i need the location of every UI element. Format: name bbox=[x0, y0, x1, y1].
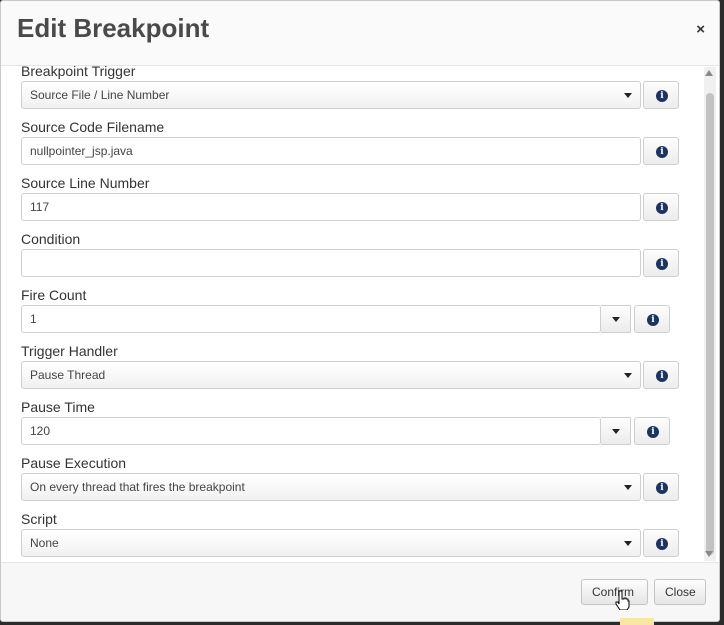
trigger-handler-select[interactable]: Pause Thread bbox=[21, 361, 641, 389]
tooltip bbox=[620, 618, 654, 625]
source-line-number-info-button[interactable]: i bbox=[643, 193, 679, 221]
source-line-number-input[interactable]: 117 bbox=[21, 193, 641, 221]
script-label: Script bbox=[21, 511, 57, 527]
pause-time-info-button[interactable]: i bbox=[634, 417, 670, 445]
condition-input[interactable] bbox=[21, 249, 641, 277]
edit-breakpoint-dialog: Edit Breakpoint × Breakpoint Trigger Sou… bbox=[0, 0, 720, 622]
chevron-down-icon bbox=[624, 541, 632, 546]
breakpoint-trigger-info-button[interactable]: i bbox=[643, 81, 679, 109]
trigger-handler-label: Trigger Handler bbox=[21, 343, 118, 359]
info-icon: i bbox=[656, 482, 668, 494]
chevron-down-icon bbox=[612, 429, 620, 434]
dialog-footer: Confirm Close bbox=[1, 562, 719, 621]
fire-count-label: Fire Count bbox=[21, 287, 87, 303]
dialog-header: Edit Breakpoint × bbox=[1, 1, 719, 66]
pause-execution-value: On every thread that fires the breakpoin… bbox=[30, 480, 245, 494]
source-code-filename-input[interactable]: nullpointer_jsp.java bbox=[21, 137, 641, 165]
script-select[interactable]: None bbox=[21, 529, 641, 557]
info-icon: i bbox=[656, 258, 668, 270]
hand-cursor-icon bbox=[615, 590, 630, 610]
pause-execution-select[interactable]: On every thread that fires the breakpoin… bbox=[21, 473, 641, 501]
dialog-title: Edit Breakpoint bbox=[17, 13, 210, 43]
close-button[interactable]: Close bbox=[654, 579, 706, 605]
condition-label: Condition bbox=[21, 231, 81, 247]
info-icon: i bbox=[656, 202, 668, 214]
chevron-down-icon bbox=[624, 93, 632, 98]
info-icon: i bbox=[647, 426, 659, 438]
fire-count-dropdown-button[interactable] bbox=[601, 305, 631, 333]
scroll-down-arrow-icon[interactable] bbox=[705, 551, 713, 557]
breakpoint-trigger-select[interactable]: Source File / Line Number bbox=[21, 81, 641, 109]
pause-execution-info-button[interactable]: i bbox=[643, 473, 679, 501]
fire-count-input[interactable]: 1 bbox=[21, 305, 601, 333]
source-code-filename-info-button[interactable]: i bbox=[643, 137, 679, 165]
script-info-button[interactable]: i bbox=[643, 529, 679, 557]
info-icon: i bbox=[656, 146, 668, 158]
fire-count-info-button[interactable]: i bbox=[634, 305, 670, 333]
pause-time-input[interactable]: 120 bbox=[21, 417, 601, 445]
chevron-down-icon bbox=[624, 373, 632, 378]
pause-time-dropdown-button[interactable] bbox=[601, 417, 631, 445]
breakpoint-trigger-value: Source File / Line Number bbox=[30, 88, 170, 102]
dialog-body: Breakpoint Trigger Source File / Line Nu… bbox=[1, 65, 707, 561]
breakpoint-trigger-label: Breakpoint Trigger bbox=[21, 65, 136, 79]
source-code-filename-label: Source Code Filename bbox=[21, 119, 165, 135]
source-line-number-label: Source Line Number bbox=[21, 175, 150, 191]
trigger-handler-info-button[interactable]: i bbox=[643, 361, 679, 389]
scrollbar-thumb[interactable] bbox=[706, 93, 714, 555]
pause-time-label: Pause Time bbox=[21, 399, 95, 415]
info-icon: i bbox=[656, 370, 668, 382]
info-icon: i bbox=[656, 90, 668, 102]
chevron-down-icon bbox=[612, 317, 620, 322]
scroll-up-arrow-icon[interactable] bbox=[705, 70, 713, 76]
script-value: None bbox=[30, 536, 59, 550]
chevron-down-icon bbox=[624, 485, 632, 490]
condition-info-button[interactable]: i bbox=[643, 249, 679, 277]
info-icon: i bbox=[656, 538, 668, 550]
pause-execution-label: Pause Execution bbox=[21, 455, 127, 471]
close-icon[interactable]: × bbox=[696, 21, 705, 38]
trigger-handler-value: Pause Thread bbox=[30, 368, 106, 382]
info-icon: i bbox=[647, 314, 659, 326]
